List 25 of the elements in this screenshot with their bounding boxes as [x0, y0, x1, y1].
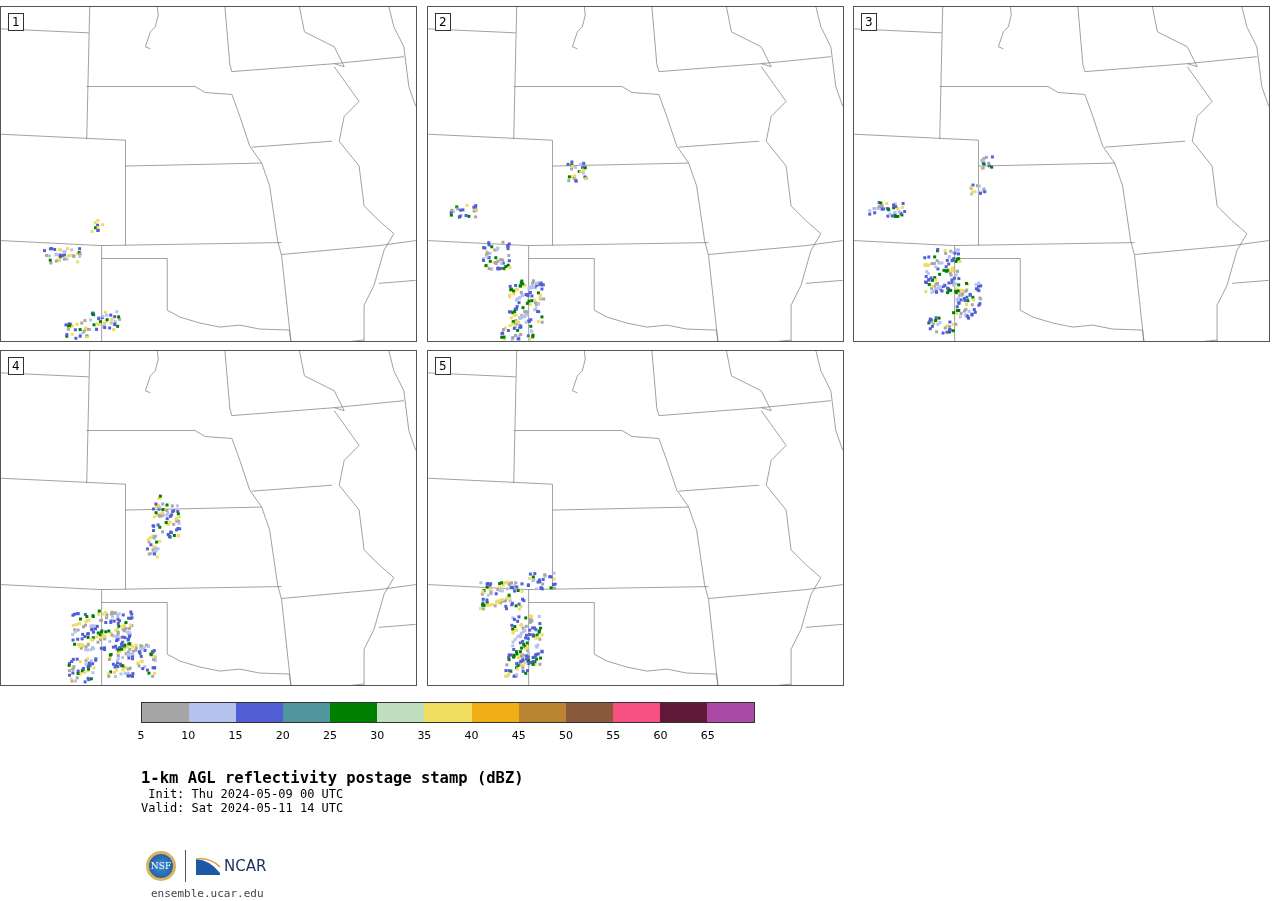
tick-label: 50 — [559, 729, 574, 742]
tick-label: 60 — [653, 729, 668, 742]
tick-label: 10 — [181, 729, 196, 742]
tick-label: 25 — [322, 729, 337, 742]
nsf-logo: NSF — [146, 851, 176, 881]
panel-number: 2 — [435, 13, 451, 31]
tick-label: 45 — [511, 729, 526, 742]
valid-time: Valid: Sat 2024-05-11 14 UTC — [141, 801, 345, 815]
panel-number: 5 — [435, 357, 451, 375]
tick-label: 35 — [417, 729, 432, 742]
tick-label: 65 — [700, 729, 715, 742]
tick-label: 55 — [606, 729, 621, 742]
panel-number: 3 — [861, 13, 877, 31]
init-time: Init: Thu 2024-05-09 00 UTC — [147, 787, 345, 801]
panel-number: 4 — [8, 357, 24, 375]
tick-label: 5 — [137, 729, 145, 742]
panel-number: 1 — [8, 13, 24, 31]
chart-title: 1-km AGL reflectivity postage stamp (dBZ) — [141, 769, 525, 787]
tick-label: 20 — [275, 729, 290, 742]
website-url: ensemble.ucar.edu — [151, 887, 265, 900]
tick-label: 40 — [464, 729, 479, 742]
wedge-logo-icon — [195, 857, 221, 875]
tick-label: 15 — [228, 729, 243, 742]
tick-label: 30 — [370, 729, 385, 742]
ncar-logo-text: NCAR — [224, 857, 267, 875]
